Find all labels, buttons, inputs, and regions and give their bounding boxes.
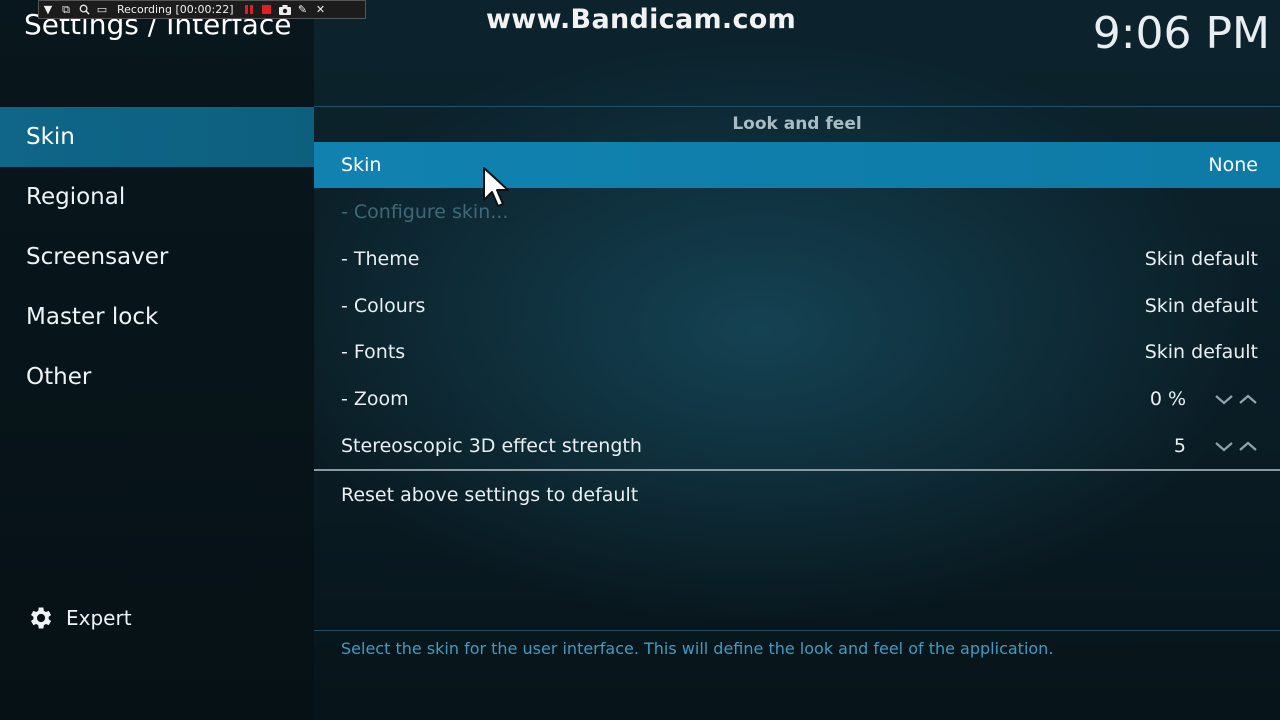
chevron-down-icon[interactable] [1214,435,1234,457]
camera-icon[interactable] [276,1,294,18]
recorder-toolbar: ▼ ⧉ ▭ Recording [00:00:22] ✎ ✕ [38,0,366,19]
setting-label: - Zoom [341,388,409,410]
setting-configure-skin: - Configure skin... [314,189,1280,235]
setting-value: 0 % [1149,388,1186,410]
sidebar-item-screensaver[interactable]: Screensaver [0,227,314,287]
setting-label: - Colours [341,295,426,317]
search-icon[interactable] [75,1,93,18]
pause-icon[interactable] [240,1,258,18]
setting-skin[interactable]: Skin None [314,142,1280,188]
sidebar-item-regional[interactable]: Regional [0,167,314,227]
sidebar-item-master-lock[interactable]: Master lock [0,287,314,347]
chevron-up-icon[interactable] [1238,435,1258,457]
mouse-cursor-icon [482,166,512,210]
expert-level-button[interactable]: Expert [26,600,132,636]
stop-icon[interactable] [258,1,276,18]
setting-label: Stereoscopic 3D effect strength [341,435,642,457]
gear-icon [26,604,54,632]
help-text: Select the skin for the user interface. … [341,639,1054,658]
expert-label: Expert [66,606,132,630]
zoom-spinner: 0 % [1150,388,1258,410]
sidebar-list: Skin Regional Screensaver Master lock Ot… [0,107,314,407]
sidebar-item-other[interactable]: Other [0,347,314,407]
setting-label: Skin [341,154,382,176]
recording-status: Recording [00:00:22] [117,3,234,16]
watermark: www.Bandicam.com [486,4,797,35]
setting-colours[interactable]: - Colours Skin default [314,283,1280,329]
section-title: Look and feel [732,114,862,134]
close-icon[interactable]: ✕ [312,1,330,18]
window-icon[interactable]: ⧉ [57,1,75,18]
setting-value: Skin default [1144,248,1258,270]
help-divider [314,630,1280,631]
pencil-icon[interactable]: ✎ [294,1,312,18]
kodi-settings-window: Settings / Interface Skin Regional Scree… [0,0,1280,720]
setting-stereoscopic-strength[interactable]: Stereoscopic 3D effect strength 5 [314,423,1280,469]
setting-theme[interactable]: - Theme Skin default [314,236,1280,282]
chevron-up-icon[interactable] [1238,388,1258,410]
setting-value: 5 [1173,435,1186,457]
chevron-down-icon[interactable] [1214,388,1234,410]
clock: 9:06 PM [1092,8,1270,59]
top-divider [314,106,1280,107]
setting-value: Skin default [1144,295,1258,317]
reset-label: Reset above settings to default [341,484,639,506]
setting-value: Skin default [1144,341,1258,363]
setting-label: - Fonts [341,341,406,363]
settings-panel: Look and feel Skin None - Configure skin… [314,106,1280,720]
menu-dropdown-icon[interactable]: ▼ [39,1,57,18]
settings-divider [314,469,1280,471]
setting-value: None [1208,154,1258,176]
sidebar: Settings / Interface Skin Regional Scree… [0,0,314,720]
stereoscopic-spinner: 5 [1174,435,1258,457]
setting-label: - Theme [341,248,420,270]
setting-fonts[interactable]: - Fonts Skin default [314,329,1280,375]
setting-zoom[interactable]: - Zoom 0 % [314,376,1280,422]
screen-region-icon[interactable]: ▭ [93,1,111,18]
sidebar-item-skin[interactable]: Skin [0,107,314,167]
reset-settings-button[interactable]: Reset above settings to default [314,472,1280,518]
